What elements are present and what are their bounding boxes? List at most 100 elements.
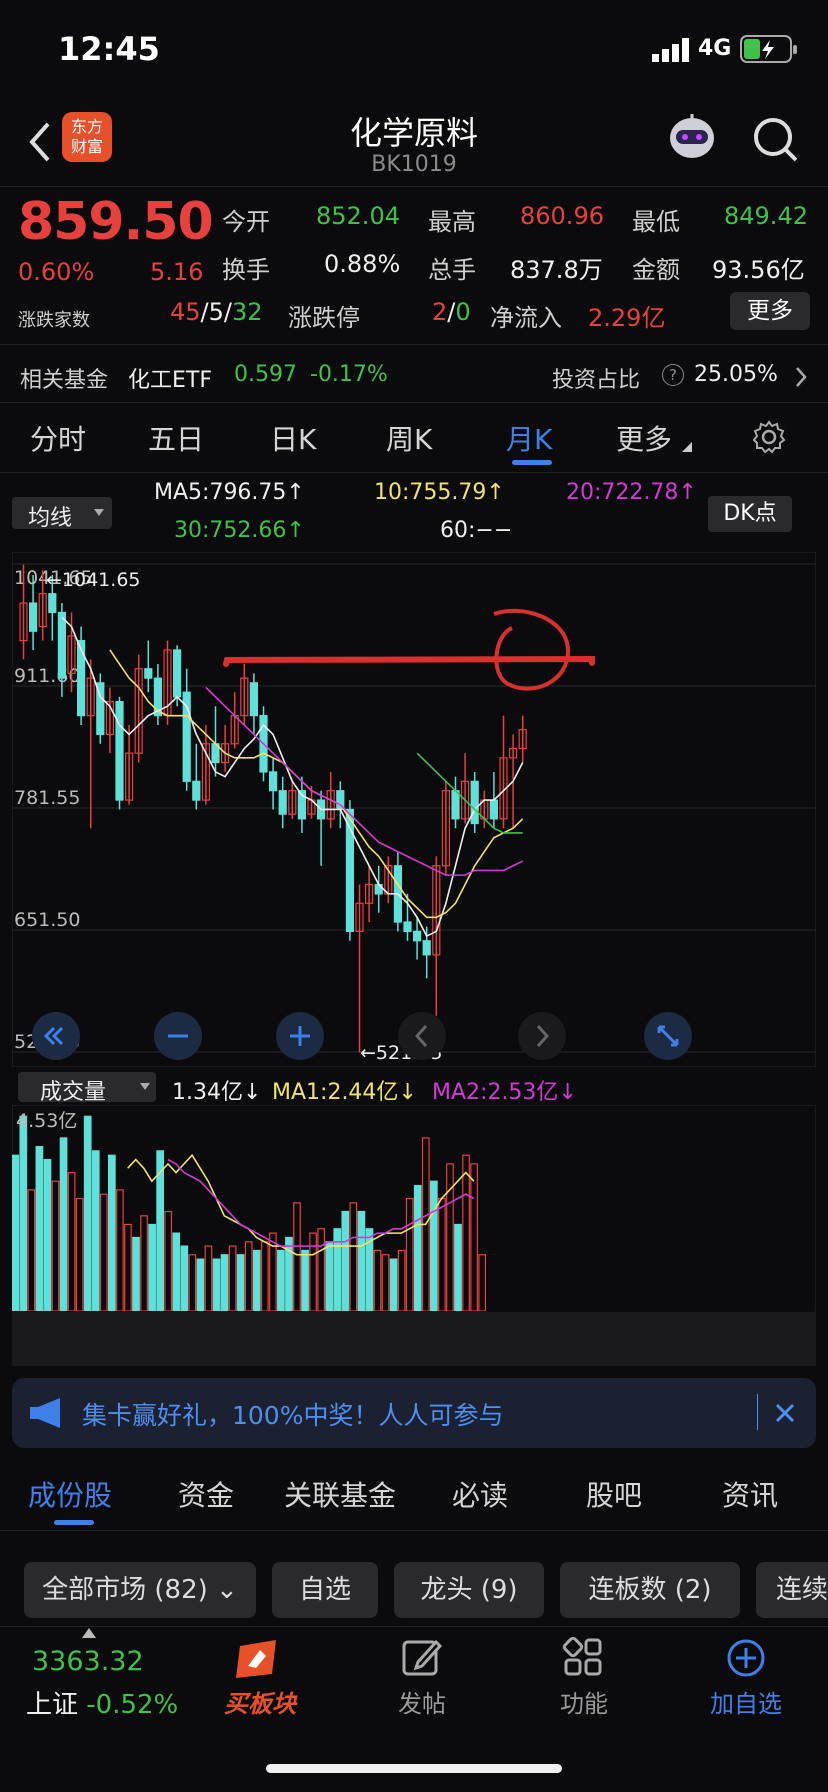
volume-bar bbox=[301, 1249, 309, 1312]
index-change: -0.52% bbox=[86, 1690, 179, 1720]
volume-bar bbox=[59, 1137, 68, 1312]
dk-point-button[interactable]: DK点 bbox=[708, 496, 792, 532]
inflow-value: 2.29亿 bbox=[588, 304, 666, 332]
volume-bar bbox=[19, 1115, 28, 1312]
volume-bar bbox=[204, 1245, 213, 1312]
change-value: 5.16 bbox=[150, 258, 204, 286]
tab-five-day[interactable]: 五日 bbox=[148, 418, 204, 458]
candle-body bbox=[144, 668, 153, 679]
volume-bar bbox=[244, 1241, 253, 1312]
help-icon[interactable]: ? bbox=[662, 364, 684, 386]
more-quote-button[interactable]: 更多 bbox=[730, 292, 810, 330]
turnover-value: 0.88% bbox=[324, 250, 401, 278]
prev-icon[interactable] bbox=[398, 1012, 446, 1060]
candle-body bbox=[413, 930, 422, 942]
volume-bar bbox=[478, 1254, 486, 1312]
ma60-value: 60:−− bbox=[440, 518, 513, 543]
nav-post[interactable]: 发帖 bbox=[362, 1636, 482, 1719]
open-value: 852.04 bbox=[316, 202, 400, 230]
current-price: 859.50 bbox=[18, 192, 214, 252]
ratio-value: 25.05% bbox=[694, 362, 778, 387]
chart-frame bbox=[11, 551, 817, 1068]
inflow-label: 净流入 bbox=[490, 304, 562, 332]
volume-bar bbox=[228, 1245, 237, 1312]
volume-selector-label: 成交量 bbox=[40, 1080, 107, 1105]
ma10-value: 10:755.79↑ bbox=[374, 480, 505, 505]
functions-label: 功能 bbox=[560, 1690, 608, 1718]
fund-name[interactable]: 化工ETF bbox=[128, 362, 212, 394]
volume-bar bbox=[325, 1241, 334, 1312]
chip-streak[interactable]: 连续 bbox=[756, 1562, 828, 1618]
tab-constituents[interactable]: 成份股 bbox=[28, 1474, 112, 1514]
header: 东方 财富 化学原料 BK1019 bbox=[0, 98, 828, 186]
robot-assistant-icon[interactable] bbox=[664, 112, 720, 164]
ma-line-ma10 bbox=[109, 649, 524, 919]
volume-bar bbox=[75, 1197, 84, 1312]
volume-bar bbox=[51, 1180, 60, 1312]
nav-add-watchlist[interactable]: 加自选 bbox=[686, 1636, 806, 1719]
next-icon[interactable] bbox=[518, 1012, 566, 1060]
volume-bar bbox=[446, 1163, 454, 1312]
y-tick-label: 911.60 bbox=[14, 665, 80, 687]
search-icon[interactable] bbox=[752, 116, 800, 164]
active-tab-indicator bbox=[512, 460, 552, 465]
tab-related-funds[interactable]: 关联基金 bbox=[284, 1474, 396, 1514]
volume-bar bbox=[413, 1184, 422, 1312]
breadth-label: 涨跌家数 bbox=[18, 310, 90, 331]
add-circle-icon bbox=[727, 1639, 765, 1677]
chip-leaders[interactable]: 龙头 (9) bbox=[394, 1562, 544, 1618]
ratio-label: 投资占比 bbox=[552, 368, 641, 393]
volume-selector[interactable]: 成交量 bbox=[18, 1072, 156, 1105]
nav-functions[interactable]: 功能 bbox=[524, 1636, 644, 1719]
volume-bar bbox=[430, 1180, 438, 1312]
index-value[interactable]: 3363.32 bbox=[32, 1646, 144, 1677]
tab-timeshare[interactable]: 分时 bbox=[30, 418, 86, 458]
tab-weekly-k[interactable]: 周K bbox=[386, 418, 432, 458]
signal-icon bbox=[652, 38, 689, 62]
fund-change: -0.17% bbox=[310, 362, 388, 387]
candle-body bbox=[422, 940, 431, 956]
tab-must-read[interactable]: 必读 bbox=[452, 1474, 508, 1514]
amount-label: 金额 bbox=[632, 256, 680, 284]
volume-bar bbox=[116, 1189, 124, 1312]
candle-body bbox=[173, 649, 182, 698]
tab-daily-k[interactable]: 日K bbox=[270, 418, 316, 458]
tab-forum[interactable]: 股吧 bbox=[586, 1474, 642, 1514]
tab-news[interactable]: 资讯 bbox=[722, 1474, 778, 1514]
caret-up-icon[interactable] bbox=[82, 1628, 96, 1638]
tab-funds-flow[interactable]: 资金 bbox=[178, 1474, 234, 1514]
nav-buy-sector[interactable]: 买板块 bbox=[200, 1636, 320, 1719]
tab-more[interactable]: 更多 bbox=[616, 418, 672, 458]
rewind-icon[interactable] bbox=[32, 1012, 80, 1060]
settings-icon[interactable] bbox=[752, 420, 786, 454]
volume-bar bbox=[293, 1202, 301, 1312]
limit-label: 涨跌停 bbox=[288, 304, 360, 332]
candle-body bbox=[470, 780, 479, 825]
volume-bar bbox=[212, 1258, 221, 1312]
candle-body bbox=[451, 790, 460, 820]
ma5-value: MA5:796.75↑ bbox=[154, 480, 305, 505]
chip-consecutive-limit[interactable]: 连板数 (2) bbox=[560, 1562, 740, 1618]
dropdown-icon bbox=[94, 509, 104, 516]
volume-bar bbox=[454, 1223, 462, 1312]
volume-bar bbox=[317, 1228, 325, 1312]
zoom-out-icon[interactable] bbox=[154, 1012, 202, 1060]
index-info[interactable]: 上证 -0.52% bbox=[26, 1684, 178, 1721]
volume-bar bbox=[462, 1154, 470, 1312]
zoom-in-icon[interactable] bbox=[276, 1012, 324, 1060]
promo-banner[interactable]: 集卡赢好礼，100%中奖！人人可参与 bbox=[12, 1378, 816, 1448]
annotation-circle bbox=[493, 608, 571, 691]
chip-watchlist[interactable]: 自选 bbox=[272, 1562, 378, 1618]
fund-label: 相关基金 bbox=[20, 368, 109, 393]
tab-monthly-k[interactable]: 月K bbox=[506, 418, 552, 458]
chevron-right-icon[interactable] bbox=[794, 366, 808, 388]
chip-all-markets[interactable]: 全部市场 (82) ⌄ bbox=[24, 1562, 256, 1618]
close-icon[interactable] bbox=[774, 1402, 796, 1424]
volume-top-tick: 4.53亿 bbox=[16, 1110, 77, 1132]
fullscreen-icon[interactable] bbox=[644, 1012, 692, 1060]
volume-bar bbox=[148, 1223, 156, 1312]
ma-selector[interactable]: 均线 bbox=[12, 497, 112, 531]
volume-chart[interactable]: 4.53亿 bbox=[11, 1104, 817, 1316]
kline-chart[interactable]: 1041.65911.60781.55651.50521.45←1041.65←… bbox=[11, 551, 817, 1068]
volume-bar bbox=[260, 1241, 269, 1312]
